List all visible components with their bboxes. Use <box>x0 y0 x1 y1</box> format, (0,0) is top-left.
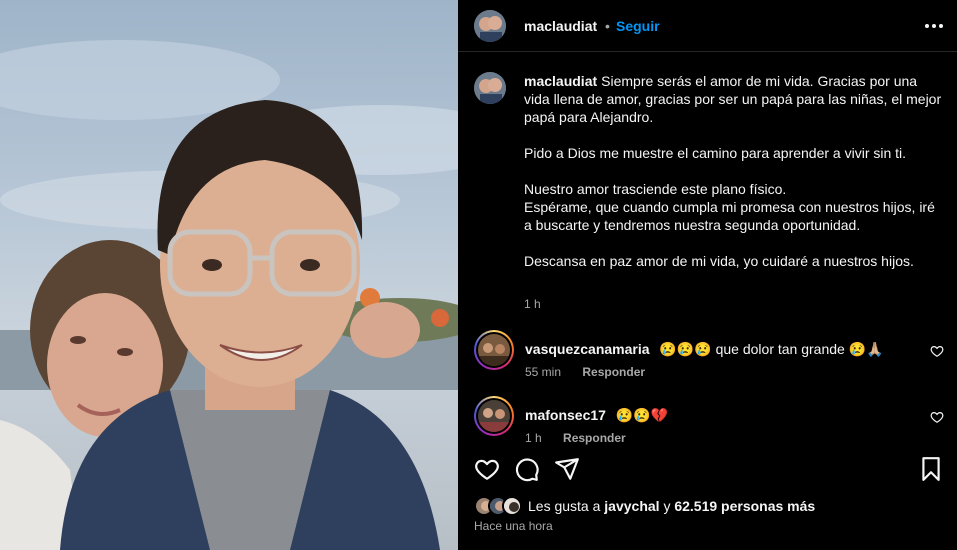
liker-avatar <box>502 496 522 516</box>
comment-time: 55 min <box>525 365 562 379</box>
comment-username[interactable]: mafonsec17 <box>525 407 606 423</box>
caption-username[interactable]: maclaudiat <box>524 73 597 89</box>
author-avatar[interactable] <box>474 10 506 42</box>
caption-paragraph: Espérame, que cuando cumpla mi promesa c… <box>524 199 935 233</box>
comment-time: 1 h <box>525 431 542 445</box>
likes-middle: y <box>663 498 671 514</box>
post-photo[interactable] <box>0 0 458 550</box>
post-panel: maclaudiat • Seguir maclaudiat Siempre se… <box>458 0 957 550</box>
post-timestamp: Hace una hora <box>474 519 553 533</box>
comment-text: 😢😢😢 que dolor tan grande 😢🙏🏼 <box>659 341 884 357</box>
comment-icon[interactable] <box>514 456 540 482</box>
post-header: maclaudiat • Seguir <box>458 0 957 52</box>
bookmark-icon[interactable] <box>918 456 944 482</box>
author-username[interactable]: maclaudiat <box>524 18 597 34</box>
follow-button[interactable]: Seguir <box>616 18 660 34</box>
commenter-avatar[interactable] <box>474 396 514 436</box>
comment-body: mafonsec17 😢😢💔 <box>525 406 668 424</box>
separator-dot: • <box>605 18 610 34</box>
caption-paragraph: Pido a Dios me muestre el camino para ap… <box>524 145 907 161</box>
likes-prefix: Les gusta a <box>528 498 601 514</box>
likes-summary[interactable]: Les gusta a javychal y 62.519 personas m… <box>474 495 815 517</box>
more-options-icon[interactable] <box>923 16 945 36</box>
comment-username[interactable]: vasquezcanamaria <box>525 341 650 357</box>
comment-like-heart-icon[interactable] <box>930 344 944 358</box>
caption-time: 1 h <box>524 297 541 311</box>
liker-avatars <box>474 496 526 516</box>
reply-button[interactable]: Responder <box>582 365 645 379</box>
reply-button[interactable]: Responder <box>563 431 626 445</box>
caption-avatar[interactable] <box>474 72 506 104</box>
heart-icon[interactable] <box>474 456 500 482</box>
caption-text: maclaudiat Siempre serás el amor de mi vi… <box>524 72 944 270</box>
comment-body: vasquezcanamaria 😢😢😢 que dolor tan grand… <box>525 340 884 358</box>
comment-meta: 1 h Responder <box>525 431 626 445</box>
likes-user[interactable]: javychal <box>604 498 659 514</box>
post-actions <box>474 456 944 482</box>
paper-plane-icon[interactable] <box>554 456 580 482</box>
commenter-avatar[interactable] <box>474 330 514 370</box>
caption-paragraph: Nuestro amor trasciende este plano físic… <box>524 181 787 197</box>
comment-like-heart-icon[interactable] <box>930 410 944 424</box>
couple-photo <box>0 40 458 550</box>
comment-text: 😢😢💔 <box>615 407 669 423</box>
comment-meta: 55 min Responder <box>525 365 645 379</box>
likes-count[interactable]: 62.519 personas más <box>674 498 815 514</box>
caption-paragraph: Descansa en paz amor de mi vida, yo cuid… <box>524 253 914 269</box>
